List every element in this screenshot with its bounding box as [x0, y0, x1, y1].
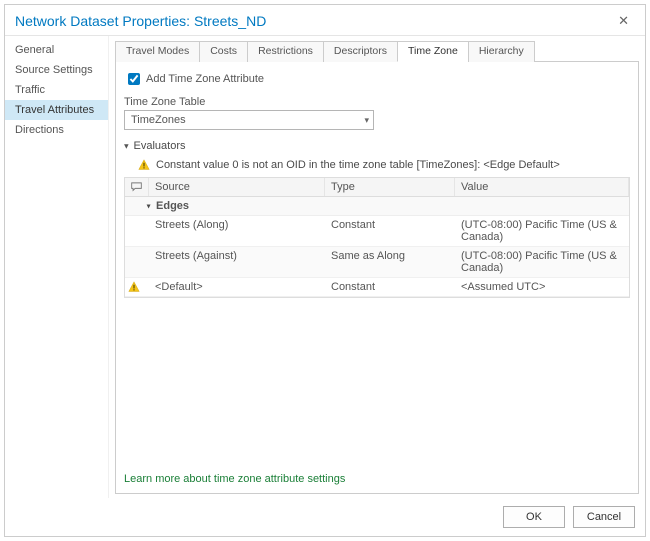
evaluators-grid: Source Type Value ▸ Edges Streets (Along… — [124, 177, 630, 298]
chevron-down-icon: ▾ — [364, 115, 369, 126]
cancel-button[interactable]: Cancel — [573, 506, 635, 528]
add-time-zone-checkbox[interactable] — [128, 73, 140, 85]
title-bar: Network Dataset Properties: Streets_ND ✕ — [5, 5, 645, 36]
close-icon[interactable]: ✕ — [612, 11, 635, 31]
row-value: <Assumed UTC> — [455, 278, 629, 296]
tab-descriptors[interactable]: Descriptors — [323, 41, 398, 62]
row-type: Same as Along — [325, 247, 455, 277]
row-source: Streets (Against) — [149, 247, 325, 277]
warning-icon — [128, 281, 140, 293]
dialog-window: Network Dataset Properties: Streets_ND ✕… — [4, 4, 646, 537]
learn-more-link[interactable]: Learn more about time zone attribute set… — [124, 467, 630, 485]
dialog-body: General Source Settings Traffic Travel A… — [5, 36, 645, 498]
tab-restrictions[interactable]: Restrictions — [247, 41, 324, 62]
warning-icon — [138, 159, 150, 171]
table-row[interactable]: Streets (Along) Constant (UTC-08:00) Pac… — [125, 216, 629, 247]
grid-group-edges[interactable]: ▸ Edges — [125, 197, 629, 216]
tab-travel-modes[interactable]: Travel Modes — [115, 41, 200, 62]
tab-hierarchy[interactable]: Hierarchy — [468, 41, 535, 62]
row-status — [125, 247, 149, 277]
sidebar-item-source-settings[interactable]: Source Settings — [5, 60, 108, 80]
row-value: (UTC-08:00) Pacific Time (US & Canada) — [455, 247, 629, 277]
row-source: Streets (Along) — [149, 216, 325, 246]
dialog-footer: OK Cancel — [5, 498, 645, 536]
row-source: <Default> — [149, 278, 325, 296]
row-type: Constant — [325, 278, 455, 296]
warning-text: Constant value 0 is not an OID in the ti… — [156, 159, 560, 171]
evaluators-content: Source Type Value ▸ Edges Streets (Along… — [124, 177, 630, 467]
row-type: Constant — [325, 216, 455, 246]
grid-header-status — [125, 178, 149, 196]
window-title: Network Dataset Properties: Streets_ND — [15, 13, 266, 29]
grid-header: Source Type Value — [125, 178, 629, 197]
main-pane: Travel Modes Costs Restrictions Descript… — [109, 36, 645, 498]
tab-pane-time-zone: Add Time Zone Attribute Time Zone Table … — [115, 62, 639, 494]
table-row[interactable]: Streets (Against) Same as Along (UTC-08:… — [125, 247, 629, 278]
sidebar-item-traffic[interactable]: Traffic — [5, 80, 108, 100]
checkbox-label: Add Time Zone Attribute — [146, 73, 264, 85]
row-status — [125, 216, 149, 246]
time-zone-table-label: Time Zone Table — [124, 96, 630, 108]
sidebar-item-general[interactable]: General — [5, 40, 108, 60]
grid-header-value[interactable]: Value — [455, 178, 629, 196]
chevron-down-icon: ▸ — [145, 204, 154, 208]
tab-strip: Travel Modes Costs Restrictions Descript… — [115, 40, 639, 62]
sidebar-item-directions[interactable]: Directions — [5, 120, 108, 140]
sidebar-item-travel-attributes[interactable]: Travel Attributes — [5, 100, 108, 120]
checkbox-row: Add Time Zone Attribute — [124, 70, 630, 88]
ok-button[interactable]: OK — [503, 506, 565, 528]
evaluators-expander[interactable]: ▸ Evaluators — [124, 140, 630, 152]
dropdown-value: TimeZones — [131, 114, 186, 126]
comment-icon — [131, 182, 142, 192]
tab-time-zone[interactable]: Time Zone — [397, 41, 469, 62]
row-status — [125, 278, 149, 296]
table-row[interactable]: <Default> Constant <Assumed UTC> — [125, 278, 629, 297]
evaluators-header: Evaluators — [134, 140, 186, 152]
grid-header-source[interactable]: Source — [149, 178, 325, 196]
sidebar: General Source Settings Traffic Travel A… — [5, 36, 109, 498]
tab-costs[interactable]: Costs — [199, 41, 248, 62]
grid-header-type[interactable]: Type — [325, 178, 455, 196]
time-zone-table-dropdown[interactable]: TimeZones ▾ — [124, 110, 374, 130]
chevron-right-icon: ▸ — [121, 144, 132, 149]
row-value: (UTC-08:00) Pacific Time (US & Canada) — [455, 216, 629, 246]
warning-row: Constant value 0 is not an OID in the ti… — [124, 156, 630, 177]
